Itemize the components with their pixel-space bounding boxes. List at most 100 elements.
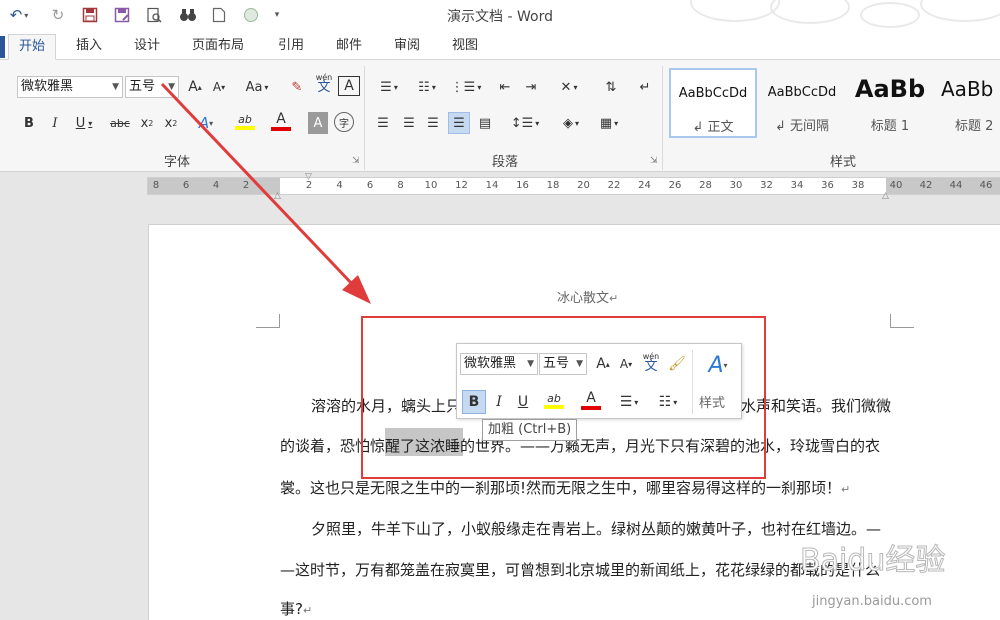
subscript-label: x — [140, 115, 149, 131]
left-indent-marker[interactable]: △ — [274, 191, 281, 201]
align-right-icon[interactable]: ☰ — [422, 112, 444, 134]
underline-button[interactable]: U ▾ — [68, 112, 100, 134]
highlight-button[interactable]: ab — [228, 110, 262, 132]
italic-button[interactable]: I — [44, 112, 66, 134]
style-heading-2[interactable]: AaBb 标题 2 — [934, 68, 1000, 138]
subscript-digit: 2 — [148, 118, 154, 128]
styles-group-label: 样式 — [830, 155, 857, 170]
style-sample: AaBbCcDd — [767, 85, 837, 100]
header-text: 冰心散文 — [557, 291, 610, 306]
paragraph-mark: ↵ — [302, 604, 313, 617]
font-color-button[interactable]: A — [266, 110, 296, 132]
group-separator — [662, 66, 663, 170]
char-shading-button[interactable]: A — [308, 112, 328, 134]
ruler-tick: 44 — [949, 180, 963, 191]
font-size-value: 五号 — [129, 79, 156, 94]
clear-format-icon[interactable]: ✎ — [286, 76, 308, 98]
style-name: 标题 2 — [955, 119, 994, 134]
right-indent-marker[interactable]: △ — [882, 191, 889, 201]
ruler-tick: 2 — [242, 180, 250, 191]
ruler-tick: 40 — [889, 180, 903, 191]
ruler-tick: 10 — [424, 180, 438, 191]
change-case-button[interactable]: Aa ▾ — [240, 76, 274, 98]
ruler-tick: 24 — [638, 180, 651, 191]
body-line-3: 裳。这也只是无限之生中的一刹那顷!然而无限之生中，哪里容易得这样的一刹那顷！↵ — [280, 477, 850, 498]
paragraph-mark: ↵ — [841, 483, 851, 496]
tab-home[interactable]: 开始 — [8, 34, 57, 60]
line-spacing-icon[interactable]: ↕☰ ▾ — [508, 112, 542, 134]
ruler-tick: 6 — [366, 180, 374, 191]
tab-review[interactable]: 审阅 — [384, 34, 430, 60]
change-case-label: Aa — [245, 79, 263, 95]
style-normal[interactable]: AaBbCcDd ↲ 正文 — [669, 68, 757, 138]
enclose-char-button[interactable]: 字 — [334, 112, 354, 132]
file-tab-edge[interactable] — [0, 36, 5, 58]
style-no-spacing[interactable]: AaBbCcDd ↲ 无间隔 — [758, 68, 846, 138]
ruler-tick: 12 — [455, 180, 468, 191]
tab-insert[interactable]: 插入 — [66, 34, 112, 60]
ruler-tick: 16 — [516, 180, 529, 191]
multilevel-list-icon[interactable]: ⋮☰ ▾ — [448, 76, 484, 98]
ruler-tick: 26 — [668, 180, 682, 191]
grow-font-label: A — [188, 79, 198, 95]
ruler-tick: 8 — [397, 180, 404, 191]
phonetic-guide-char: 文 — [317, 80, 331, 95]
style-name: ↲ 无间隔 — [774, 119, 830, 134]
align-left-icon[interactable]: ☰ — [372, 112, 394, 134]
char-border-button[interactable]: A — [338, 76, 360, 96]
style-name: ↲ 正文 — [692, 120, 734, 135]
phonetic-guide-button[interactable]: wén 文 — [312, 72, 336, 94]
justify-icon[interactable]: ☰ — [448, 112, 470, 134]
subscript-button[interactable]: x2 — [136, 112, 158, 134]
ruler-tick: 34 — [790, 180, 804, 191]
watermark-url: jingyan.baidu.com — [811, 594, 932, 609]
group-separator — [364, 66, 365, 170]
increase-indent-icon[interactable]: ⇥ — [520, 76, 542, 98]
ruler-tick: 14 — [485, 180, 499, 191]
strikethrough-button[interactable]: abc — [106, 112, 134, 134]
highlight-swatch — [235, 125, 255, 130]
borders-icon[interactable]: ▦ ▾ — [592, 112, 626, 134]
asian-layout-icon[interactable]: ✕ ▾ — [552, 76, 586, 98]
style-heading-1[interactable]: AaBb 标题 1 — [848, 68, 932, 138]
ruler-tick: 30 — [729, 180, 743, 191]
font-group-label: 字体 — [164, 155, 191, 170]
font-size-combo[interactable]: 五号 ▼ — [125, 76, 179, 98]
ruler-tick: 6 — [182, 180, 190, 191]
highlight-label: ab — [238, 112, 252, 126]
font-name-combo[interactable]: 微软雅黑 ▼ — [17, 76, 123, 98]
ruler-tick: 8 — [152, 180, 160, 191]
shrink-font-button[interactable]: A ▾ — [208, 76, 230, 98]
style-sample: AaBb — [854, 75, 926, 103]
bold-button[interactable]: B — [18, 112, 40, 134]
text-effects-icon[interactable]: A ▾ — [192, 112, 220, 134]
paragraph-dialog-launcher-icon[interactable]: ⇲ — [650, 156, 658, 166]
body-line-6: 事?↵ — [280, 598, 312, 619]
show-marks-icon[interactable]: ↵ — [634, 76, 656, 98]
margin-corner-mark — [890, 314, 914, 328]
tab-page-layout[interactable]: 页面布局 — [182, 34, 254, 60]
tab-view[interactable]: 视图 — [442, 34, 488, 60]
font-dialog-launcher-icon[interactable]: ⇲ — [352, 156, 360, 166]
style-name: 标题 1 — [870, 119, 910, 134]
superscript-label: x — [164, 115, 173, 131]
paragraph-group-label: 段落 — [492, 155, 519, 170]
chevron-down-icon: ▼ — [168, 82, 175, 92]
font-name-value: 微软雅黑 — [21, 79, 74, 94]
sort-icon[interactable]: ⇅ — [600, 76, 622, 98]
baidu-watermark: Baidu经验 jingyan.baidu.com — [800, 543, 946, 610]
superscript-button[interactable]: x2 — [160, 112, 182, 134]
grow-font-button[interactable]: A ▴ — [184, 76, 206, 98]
tab-mailings[interactable]: 邮件 — [326, 34, 372, 60]
shading-icon[interactable]: ◈ ▾ — [554, 112, 588, 134]
ruler-tick: 4 — [336, 180, 343, 191]
ruler-tick: 36 — [821, 180, 834, 191]
numbering-icon[interactable]: ☷ ▾ — [410, 76, 444, 98]
align-center-icon[interactable]: ☰ — [398, 112, 420, 134]
bullets-icon[interactable]: ☰ ▾ — [372, 76, 406, 98]
distributed-icon[interactable]: ▤ — [474, 112, 496, 134]
first-line-indent-marker[interactable]: ▽ — [305, 172, 312, 182]
tab-design[interactable]: 设计 — [124, 34, 170, 60]
tab-references[interactable]: 引用 — [268, 34, 314, 60]
decrease-indent-icon[interactable]: ⇤ — [494, 76, 516, 98]
